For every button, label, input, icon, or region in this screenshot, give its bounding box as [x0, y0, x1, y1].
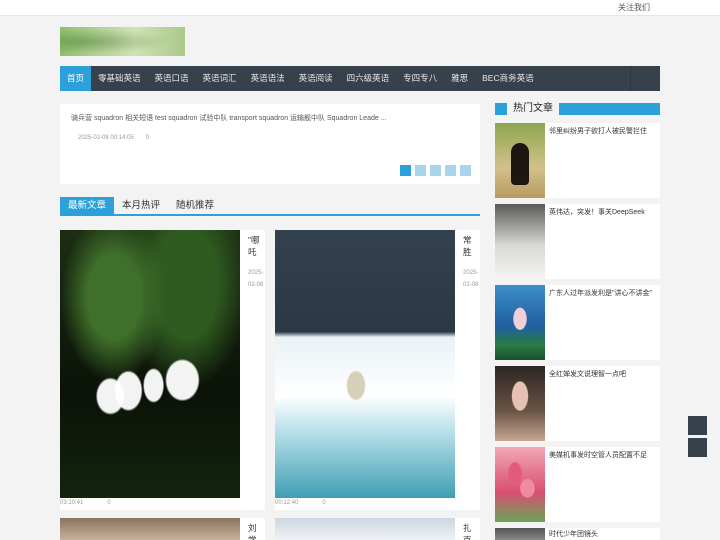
hot-article-title[interactable]: 全红婵发文说理智一点吧 [549, 370, 657, 380]
slider-meta: 2025-02-08 00:14:05 0 [78, 135, 149, 141]
article-footer: 03:10:41 0 [60, 500, 111, 506]
side-float-button[interactable] [688, 416, 707, 435]
article-date: 2025-02-08 [463, 270, 479, 288]
hot-article-item[interactable]: 全红婵发文说理智一点吧 [495, 366, 660, 441]
hot-article-item[interactable]: 广东人过年派发利是"讲心不讲金" [495, 285, 660, 360]
nav-item-vocabulary[interactable]: 英语词汇 [196, 66, 244, 91]
hot-article-title[interactable]: 广东人过年派发利是"讲心不讲金" [549, 289, 657, 299]
top-bar: 关注我们 [0, 0, 720, 16]
nav-item-speaking[interactable]: 英语口语 [148, 66, 196, 91]
article-date: 2025-02-08 [248, 270, 264, 288]
slide-dot[interactable] [445, 165, 456, 176]
nav-item-cet[interactable]: 四六级英语 [340, 66, 397, 91]
slider-headline[interactable]: 骑兵营 squadron 相关短语 test squadron 试验中队 tra… [71, 113, 387, 123]
article-title[interactable]: 扎克 [463, 522, 475, 540]
slider-date: 2025-02-08 00:14:05 [78, 135, 134, 141]
tab-random[interactable]: 随机推荐 [168, 197, 222, 214]
article-image[interactable] [275, 230, 455, 498]
hot-article-title[interactable]: 时代少年团镜头 [549, 530, 657, 540]
hot-article-thumb[interactable] [495, 285, 545, 360]
nav-item-home[interactable]: 首页 [60, 66, 92, 91]
slider-pagination [400, 165, 471, 176]
nav-item-ielts[interactable]: 雅思 [444, 66, 475, 91]
hot-article-title[interactable]: 邻里纠纷男子欲打人被民警拦住 [549, 127, 657, 137]
main-nav: 首页 零基础英语 英语口语 英语词汇 英语语法 英语阅读 四六级英语 专四专八 … [60, 66, 660, 91]
hot-article-thumb[interactable] [495, 528, 545, 540]
follow-us-link[interactable]: 关注我们 [618, 2, 650, 13]
site-logo[interactable] [60, 27, 185, 56]
tab-monthly-comments[interactable]: 本月热评 [114, 197, 168, 214]
article-card[interactable]: "哪吒 2025-02-08 03:10:41 0 [60, 230, 265, 510]
nav-item-tem[interactable]: 专四专八 [396, 66, 444, 91]
slide-dot[interactable] [415, 165, 426, 176]
article-card[interactable]: 常胜 2025-02-08 00:12:40 0 [275, 230, 480, 510]
hot-article-title[interactable]: 美媒机事发时空管人员配置不足 [549, 451, 657, 461]
article-card[interactable]: 扎克 [275, 518, 480, 540]
hot-article-thumb[interactable] [495, 204, 545, 279]
hot-article-thumb[interactable] [495, 123, 545, 198]
article-tabs: 最新文章 本月热评 随机推荐 [60, 197, 480, 216]
article-card[interactable]: 刘学 [60, 518, 265, 540]
nav-item-bec[interactable]: BEC商务英语 [475, 66, 540, 91]
article-footer: 00:12:40 0 [275, 500, 326, 506]
hot-article-item[interactable]: 邻里纠纷男子欲打人被民警拦住 [495, 123, 660, 198]
nav-item-beginner[interactable]: 零基础英语 [91, 66, 148, 91]
hot-articles-heading: 热门文章 [495, 101, 660, 117]
article-comment-count: 0 [322, 500, 326, 506]
article-title[interactable]: 常胜 [463, 234, 475, 258]
article-image[interactable] [275, 518, 455, 540]
slide-dot[interactable] [430, 165, 441, 176]
hot-article-item[interactable]: 时代少年团镜头 [495, 528, 660, 540]
tab-latest[interactable]: 最新文章 [60, 197, 115, 214]
article-comment-count: 0 [107, 500, 111, 506]
back-to-top-button[interactable] [688, 438, 707, 457]
featured-slider: 骑兵营 squadron 相关短语 test squadron 试验中队 tra… [60, 104, 480, 184]
article-title[interactable]: "哪吒 [248, 234, 260, 258]
hot-article-title[interactable]: 英伟达，突发！事关DeepSeek [549, 208, 657, 218]
article-time: 00:12:40 [275, 500, 299, 506]
hot-article-item[interactable]: 美媒机事发时空管人员配置不足 [495, 447, 660, 522]
hot-article-thumb[interactable] [495, 447, 545, 522]
nav-item-reading[interactable]: 英语阅读 [292, 66, 340, 91]
slider-comment-count: 0 [145, 135, 150, 141]
hot-article-thumb[interactable] [495, 366, 545, 441]
slide-dot[interactable] [460, 165, 471, 176]
article-time: 03:10:41 [60, 500, 84, 506]
article-image[interactable] [60, 518, 240, 540]
hot-article-item[interactable]: 英伟达，突发！事关DeepSeek [495, 204, 660, 279]
hot-articles-title: 热门文章 [495, 101, 559, 117]
article-image[interactable] [60, 230, 240, 498]
article-title[interactable]: 刘学 [248, 522, 260, 540]
nav-item-grammar[interactable]: 英语语法 [244, 66, 292, 91]
nav-endcap [630, 66, 660, 91]
slide-dot[interactable] [400, 165, 411, 176]
